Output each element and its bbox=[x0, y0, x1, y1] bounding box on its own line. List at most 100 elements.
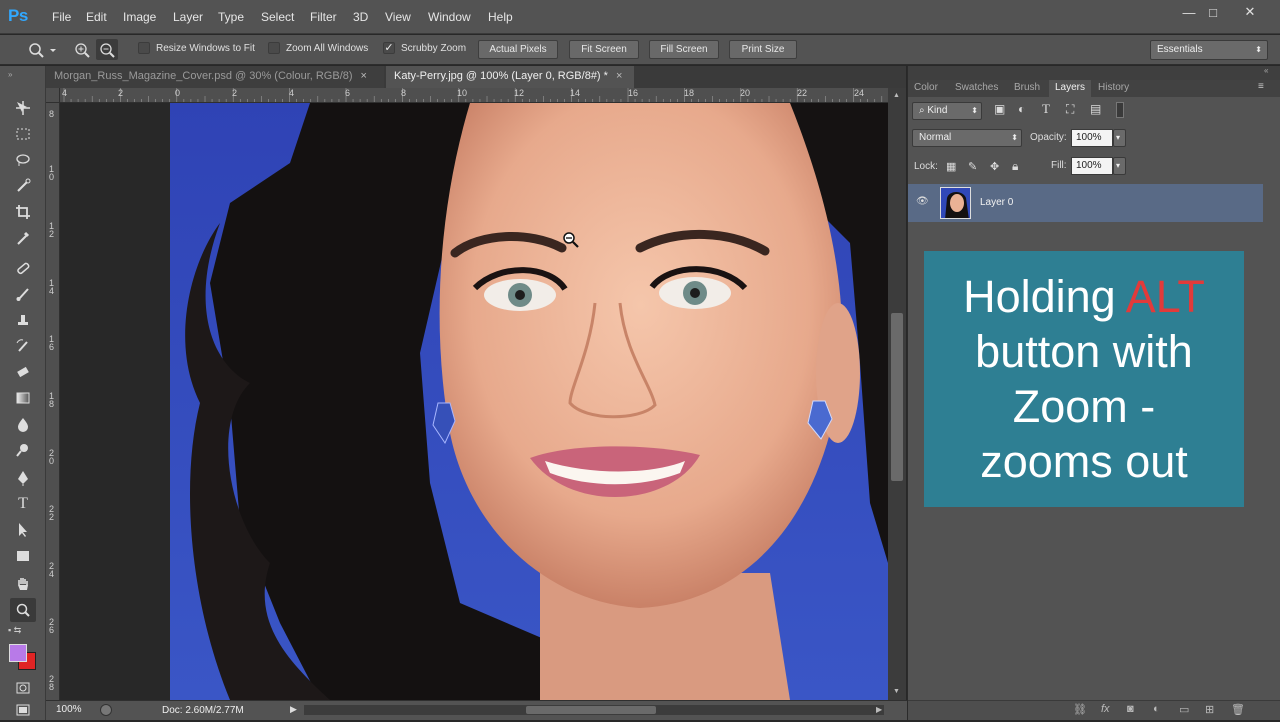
collapse-icon[interactable]: » bbox=[8, 70, 12, 79]
hand-tool-icon[interactable] bbox=[10, 572, 36, 596]
horizontal-scrollbar[interactable] bbox=[304, 705, 884, 715]
menu-file[interactable]: File bbox=[52, 10, 71, 24]
dodge-tool-icon[interactable] bbox=[10, 438, 36, 462]
fill-dropdown-icon[interactable]: ▾ bbox=[1113, 157, 1126, 175]
menu-edit[interactable]: Edit bbox=[86, 10, 107, 24]
menu-view[interactable]: View bbox=[385, 10, 411, 24]
menu-image[interactable]: Image bbox=[123, 10, 156, 24]
eyedropper-tool-icon[interactable] bbox=[10, 226, 36, 250]
lasso-tool-icon[interactable] bbox=[10, 148, 36, 172]
tab-swatches[interactable]: Swatches bbox=[949, 80, 1004, 97]
adjustment-filter-icon[interactable]: ◐ bbox=[1018, 102, 1025, 116]
pixel-filter-icon[interactable]: ▣ bbox=[994, 102, 1005, 116]
new-group-icon[interactable]: ▭ bbox=[1179, 703, 1189, 716]
marquee-tool-icon[interactable] bbox=[10, 122, 36, 146]
adjustment-layer-icon[interactable]: ◐ bbox=[1153, 703, 1160, 715]
layer-actions-bar: ⛓︎ fx ◙ ◐ ▭ ⊞ 🗑︎ bbox=[908, 700, 1280, 720]
tab-katy-perry[interactable]: Katy-Perry.jpg @ 100% (Layer 0, RGB/8#) … bbox=[386, 66, 634, 88]
resize-windows-checkbox[interactable] bbox=[138, 42, 150, 54]
opacity-dropdown-icon[interactable]: ▾ bbox=[1113, 129, 1126, 147]
scroll-down-icon[interactable]: ▼ bbox=[893, 688, 900, 695]
quick-selection-tool-icon[interactable] bbox=[10, 174, 36, 198]
pen-tool-icon[interactable] bbox=[10, 466, 36, 490]
scroll-thumb[interactable] bbox=[891, 313, 903, 481]
move-tool-icon[interactable] bbox=[10, 96, 36, 120]
tab-color[interactable]: Color bbox=[908, 80, 944, 97]
history-brush-tool-icon[interactable] bbox=[10, 334, 36, 358]
healing-brush-tool-icon[interactable] bbox=[10, 256, 36, 280]
menu-type[interactable]: Type bbox=[218, 10, 244, 24]
zoom-all-windows-checkbox[interactable] bbox=[268, 42, 280, 54]
smart-object-filter-icon[interactable]: ▤ bbox=[1090, 102, 1101, 116]
status-options-icon[interactable] bbox=[100, 704, 112, 716]
default-colors-icon[interactable]: ▪ ⇆ bbox=[8, 625, 38, 637]
trash-icon[interactable]: 🗑︎ bbox=[1231, 703, 1245, 716]
layer-name[interactable]: Layer 0 bbox=[980, 197, 1013, 208]
lock-all-icon[interactable]: 🔒︎ bbox=[1012, 159, 1018, 174]
crop-tool-icon[interactable] bbox=[10, 200, 36, 224]
clone-stamp-tool-icon[interactable] bbox=[10, 308, 36, 332]
layer-filter-select[interactable]: ⌕ Kind ⬍ bbox=[912, 102, 982, 120]
workspace-select[interactable]: Essentials ⬍ bbox=[1150, 40, 1268, 60]
filter-toggle-switch[interactable] bbox=[1116, 102, 1124, 118]
new-layer-icon[interactable]: ⊞ bbox=[1205, 703, 1214, 716]
status-menu-arrow-icon[interactable]: ▶ bbox=[290, 704, 297, 715]
tab-layers[interactable]: Layers bbox=[1049, 80, 1092, 97]
ruler-origin[interactable] bbox=[46, 88, 60, 103]
close-window-button[interactable]: ✕ bbox=[1234, 2, 1266, 22]
path-selection-tool-icon[interactable] bbox=[10, 518, 36, 542]
layer-mask-icon[interactable]: ◙ bbox=[1127, 703, 1134, 715]
panel-collapse-icon[interactable]: « bbox=[1264, 66, 1268, 75]
fill-screen-button[interactable]: Fill Screen bbox=[649, 40, 719, 59]
h-scroll-thumb[interactable] bbox=[526, 706, 656, 714]
quick-mask-icon[interactable] bbox=[10, 676, 36, 700]
menu-3d[interactable]: 3D bbox=[353, 10, 368, 24]
fx-icon[interactable]: fx bbox=[1101, 703, 1110, 715]
panel-menu-icon[interactable]: ≡ bbox=[1258, 81, 1264, 92]
blend-mode-select[interactable]: Normal ⬍ bbox=[912, 129, 1022, 147]
link-layers-icon[interactable]: ⛓︎ bbox=[1073, 703, 1087, 716]
maximize-button[interactable]: □ bbox=[1197, 2, 1229, 22]
tab-morgan-russ-cover[interactable]: Morgan_Russ_Magazine_Cover.psd @ 30% (Co… bbox=[46, 66, 384, 88]
zoom-out-icon[interactable] bbox=[96, 39, 118, 60]
lock-position-icon[interactable]: ✥ bbox=[990, 160, 999, 173]
eraser-tool-icon[interactable] bbox=[10, 360, 36, 384]
scroll-right-icon[interactable]: ▶ bbox=[876, 705, 882, 714]
shape-filter-icon[interactable]: ⛶ bbox=[1066, 102, 1074, 117]
document-canvas[interactable] bbox=[60, 103, 888, 700]
type-tool-icon[interactable]: T bbox=[10, 492, 36, 516]
zoom-tool-icon[interactable] bbox=[10, 598, 36, 622]
type-filter-icon[interactable]: T bbox=[1042, 101, 1050, 117]
zoom-in-icon[interactable] bbox=[72, 40, 92, 60]
menu-help[interactable]: Help bbox=[488, 10, 513, 24]
fill-input[interactable]: 100% bbox=[1071, 157, 1113, 175]
actual-pixels-button[interactable]: Actual Pixels bbox=[478, 40, 558, 59]
opacity-input[interactable]: 100% bbox=[1071, 129, 1113, 147]
menu-window[interactable]: Window bbox=[428, 10, 471, 24]
close-tab-icon[interactable]: × bbox=[616, 70, 622, 82]
zoom-tool-preset-icon[interactable] bbox=[26, 40, 56, 60]
scroll-up-icon[interactable]: ▲ bbox=[893, 92, 900, 99]
brush-tool-icon[interactable] bbox=[10, 282, 36, 306]
visibility-eye-icon[interactable]: 👁︎ bbox=[916, 196, 929, 207]
scrubby-zoom-checkbox[interactable]: ✓ bbox=[383, 42, 395, 54]
rectangle-tool-icon[interactable] bbox=[10, 544, 36, 568]
zoom-level[interactable]: 100% bbox=[56, 704, 82, 715]
screen-mode-icon[interactable] bbox=[10, 698, 36, 722]
blur-tool-icon[interactable] bbox=[10, 412, 36, 436]
lock-brush-icon[interactable]: ✎ bbox=[968, 160, 977, 173]
lock-transparent-icon[interactable]: ▦ bbox=[946, 160, 956, 173]
portrait-photo[interactable] bbox=[170, 103, 888, 700]
fit-screen-button[interactable]: Fit Screen bbox=[569, 40, 639, 59]
layer-row-layer-0[interactable]: 👁︎ Layer 0 bbox=[908, 184, 1263, 222]
menu-filter[interactable]: Filter bbox=[310, 10, 337, 24]
tab-history[interactable]: History bbox=[1092, 80, 1135, 97]
tab-brush[interactable]: Brush bbox=[1008, 80, 1046, 97]
gradient-tool-icon[interactable] bbox=[10, 386, 36, 410]
menu-layer[interactable]: Layer bbox=[173, 10, 203, 24]
print-size-button[interactable]: Print Size bbox=[729, 40, 797, 59]
close-tab-icon[interactable]: × bbox=[361, 70, 367, 82]
vertical-scrollbar[interactable]: ▲ ▼ bbox=[888, 88, 906, 700]
menu-select[interactable]: Select bbox=[261, 10, 294, 24]
foreground-color-swatch[interactable] bbox=[9, 644, 27, 662]
